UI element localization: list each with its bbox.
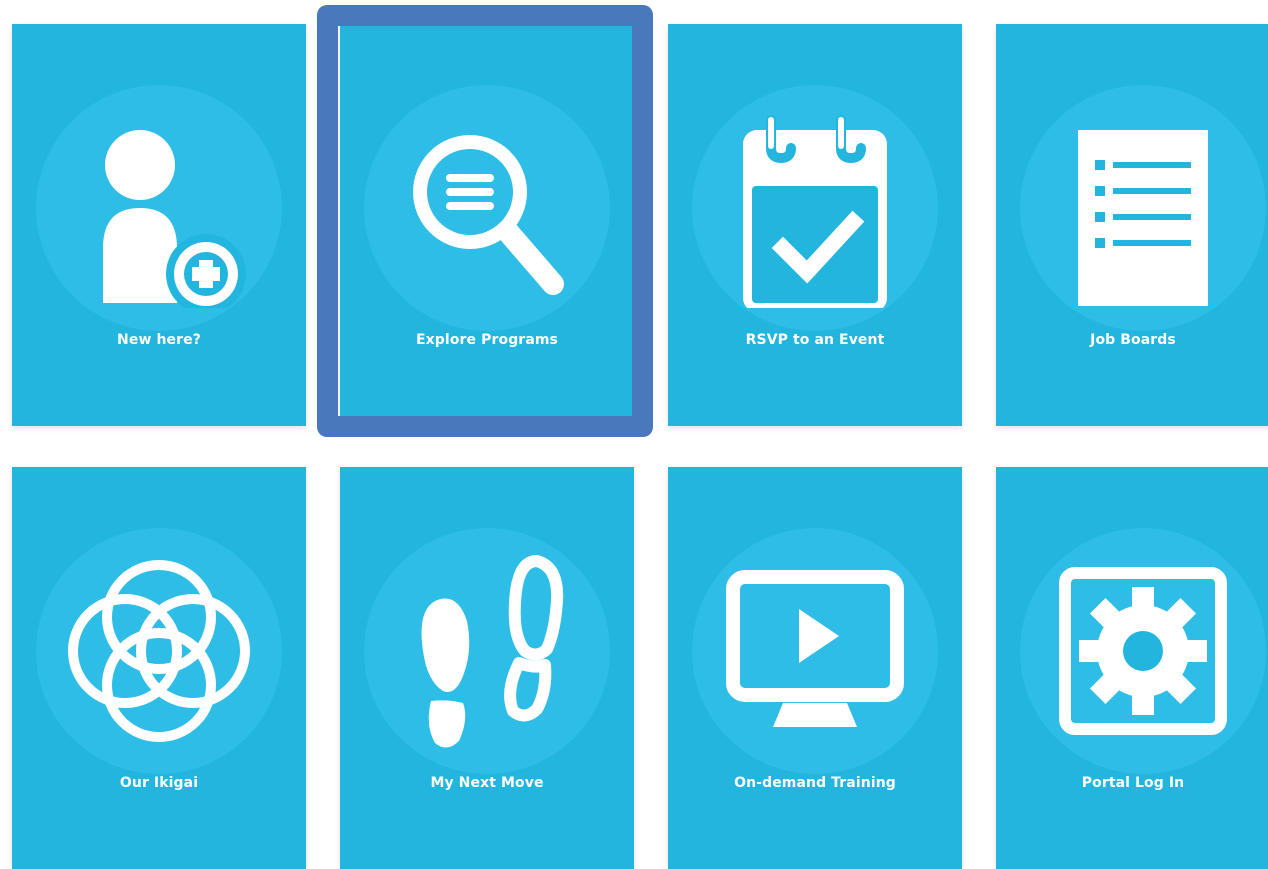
tile-job-boards[interactable]: Job Boards [996, 24, 1268, 426]
user-plus-icon [59, 108, 259, 308]
tile-our-ikigai[interactable]: Our Ikigai [12, 467, 306, 869]
tile-label: RSVP to an Event [745, 332, 885, 348]
calendar-check-icon [715, 108, 915, 308]
monitor-play-icon [715, 551, 915, 751]
document-list-icon [1043, 108, 1243, 308]
tile-label: Explore Programs [416, 332, 558, 348]
tile-my-next-move[interactable]: My Next Move [340, 467, 634, 869]
gear-box-icon [1043, 551, 1243, 751]
tile-portal-log-in[interactable]: Portal Log In [996, 467, 1268, 869]
ikigai-circles-icon [59, 551, 259, 751]
tile-explore-programs[interactable]: Explore Programs [340, 24, 634, 426]
tile-label: On-demand Training [734, 775, 896, 791]
tile-label: Portal Log In [1081, 775, 1185, 791]
tile-label: Job Boards [1090, 332, 1176, 348]
tile-label: My Next Move [430, 775, 544, 791]
search-list-icon [387, 108, 587, 308]
tile-label: New here? [117, 332, 201, 348]
tile-label: Our Ikigai [119, 775, 199, 791]
tile-new-here[interactable]: New here? [12, 24, 306, 426]
tile-on-demand-training[interactable]: On-demand Training [668, 467, 962, 869]
tile-rsvp-event[interactable]: RSVP to an Event [668, 24, 962, 426]
footprints-icon [387, 551, 587, 751]
